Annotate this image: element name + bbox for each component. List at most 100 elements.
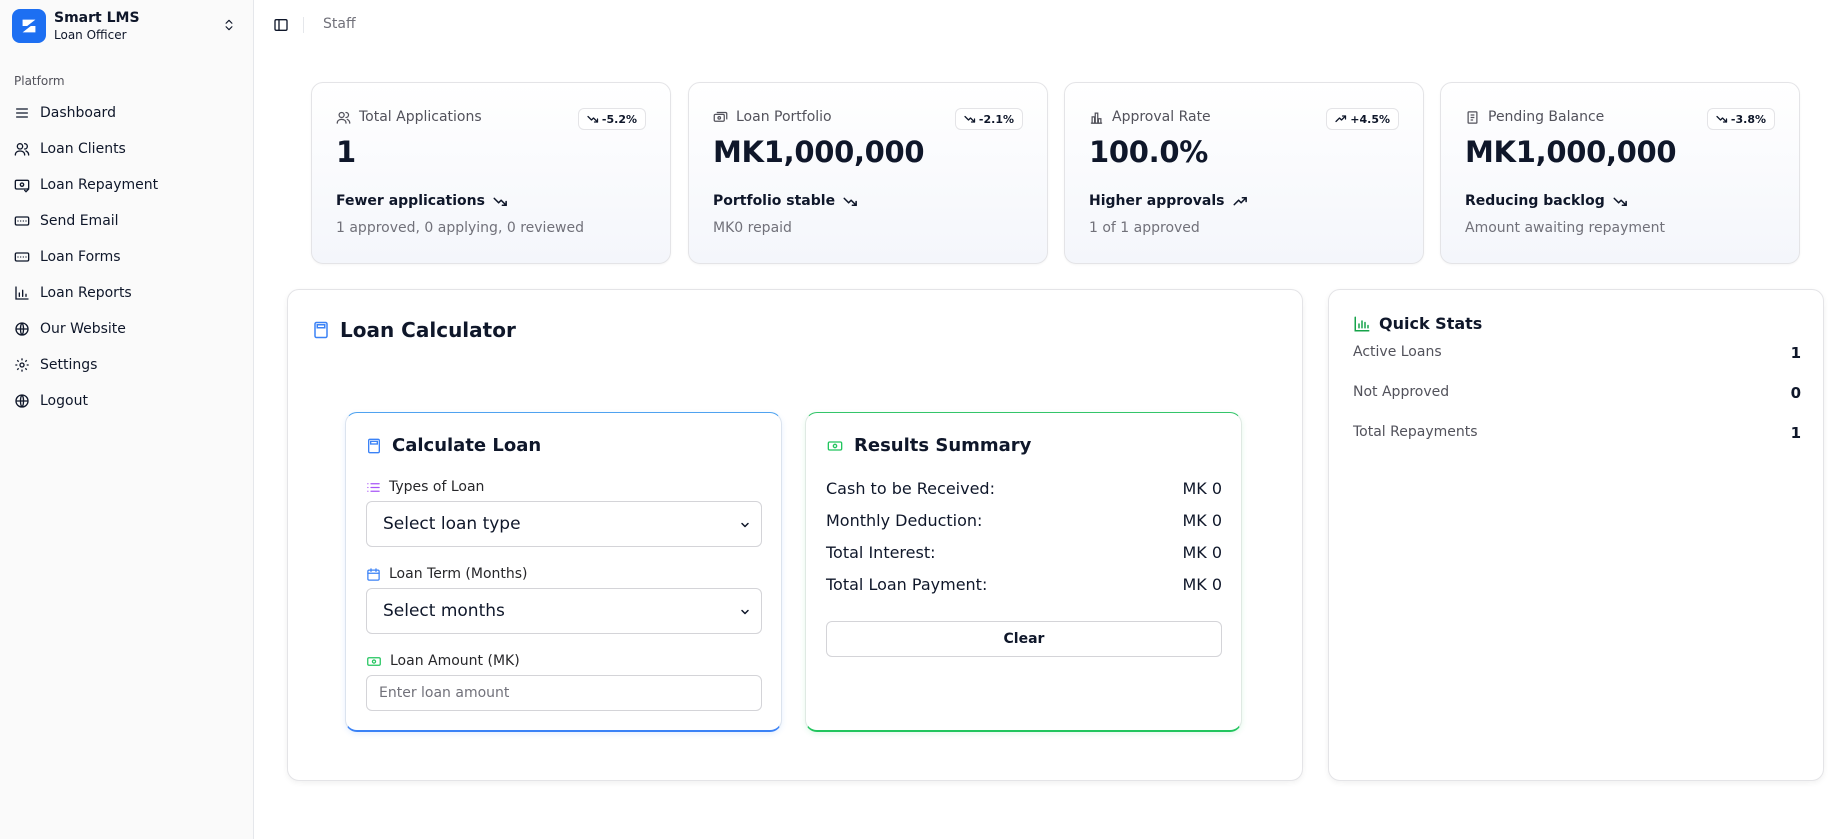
quick-stat-value: 0 (1790, 384, 1801, 402)
chevron-up-down-icon[interactable] (222, 18, 236, 32)
sidebar-item-settings[interactable]: Settings (8, 347, 244, 383)
calculate-loan-title: Calculate Loan (392, 435, 542, 456)
trending-down-icon (964, 115, 976, 123)
loan-type-select[interactable]: Select loan type (366, 501, 762, 547)
loan-amount-label: Loan Amount (MK) (390, 653, 520, 669)
sidebar-item-label: Loan Forms (40, 249, 121, 265)
sidebar-item-dashboard[interactable]: Dashboard (8, 95, 244, 131)
receipt-icon (1467, 110, 1478, 124)
result-value: MK 0 (1182, 543, 1222, 562)
calculator-icon (368, 438, 380, 453)
stat-description: MK0 repaid (713, 220, 792, 236)
result-label: Total Interest: (826, 543, 936, 562)
cash-icon (827, 440, 843, 451)
result-row-total: Total Loan Payment: MK 0 (826, 575, 1222, 594)
bar-chart-icon (1090, 112, 1103, 124)
sidebar-item-label: Dashboard (40, 105, 116, 121)
sidebar-item-label: Loan Repayment (40, 177, 159, 193)
result-label: Total Loan Payment: (826, 575, 988, 594)
stat-label: Pending Balance (1488, 109, 1605, 125)
result-row-cash: Cash to be Received: MK 0 (826, 479, 1222, 498)
loan-term-select[interactable]: Select months (366, 588, 762, 634)
sidebar-item-send-email[interactable]: Send Email (8, 203, 244, 239)
list-icon (367, 482, 380, 492)
loan-term-label: Loan Term (Months) (389, 566, 528, 582)
trending-down-icon (1613, 197, 1627, 206)
loan-calculator-title: Loan Calculator (340, 318, 516, 342)
cash-icon (367, 656, 381, 666)
chevron-down-icon (741, 609, 749, 615)
quick-stat-label: Total Repayments (1353, 424, 1478, 440)
trending-up-icon (1335, 115, 1347, 123)
stat-value: 100.0% (1089, 135, 1208, 169)
breadcrumb[interactable]: Staff (323, 16, 356, 32)
loan-amount-input[interactable]: Enter loan amount (366, 675, 762, 711)
quick-stat-row: Not Approved 0 (1353, 384, 1801, 402)
quick-stat-row: Active Loans 1 (1353, 344, 1801, 362)
result-row-interest: Total Interest: MK 0 (826, 543, 1222, 562)
bar-chart-icon (15, 286, 29, 300)
header-divider (303, 17, 304, 33)
sidebar-item-our-website[interactable]: Our Website (8, 311, 244, 347)
sidebar-item-loan-clients[interactable]: Loan Clients (8, 131, 244, 167)
stat-value: MK1,000,000 (1465, 135, 1677, 169)
trend-badge: +4.5% (1326, 108, 1399, 130)
sidebar-item-label: Loan Reports (40, 285, 132, 301)
sidebar-item-loan-repayment[interactable]: Loan Repayment (8, 167, 244, 203)
results-summary-card: Results Summary Cash to be Received: MK … (805, 412, 1242, 732)
sidebar-item-logout[interactable]: Logout (8, 383, 244, 419)
sidebar: Smart LMS Loan Officer Platform Dashboar… (0, 0, 254, 839)
sidebar-item-label: Settings (40, 357, 98, 373)
loan-amount-placeholder: Enter loan amount (379, 685, 510, 701)
calculate-loan-card: Calculate Loan Types of Loan Select loan… (345, 412, 782, 732)
stat-description: 1 of 1 approved (1089, 220, 1200, 236)
clear-button[interactable]: Clear (826, 621, 1222, 657)
trend-badge: -2.1% (954, 108, 1023, 130)
result-label: Cash to be Received: (826, 479, 995, 498)
stat-card-pending-balance: Pending Balance -3.8% MK1,000,000 Reduci… (1440, 82, 1800, 264)
sidebar-toggle-icon[interactable] (273, 17, 289, 33)
sidebar-item-loan-forms[interactable]: Loan Forms (8, 239, 244, 275)
globe-icon (15, 322, 29, 336)
stat-label: Approval Rate (1112, 109, 1211, 125)
trend-badge-value: -3.8% (1730, 112, 1766, 126)
loan-type-selected: Select loan type (383, 514, 521, 534)
trend-badge: -3.8% (1706, 108, 1775, 130)
quick-stat-value: 1 (1790, 344, 1801, 362)
globe-icon (15, 394, 29, 408)
results-summary-title: Results Summary (854, 435, 1032, 456)
stat-card-approval-rate: Approval Rate +4.5% 100.0% Higher approv… (1064, 82, 1424, 264)
trend-badge-value: -2.1% (978, 112, 1014, 126)
form-icon (14, 216, 30, 226)
brand-subtitle: Loan Officer (54, 27, 127, 42)
users-icon (14, 143, 30, 156)
result-row-monthly: Monthly Deduction: MK 0 (826, 511, 1222, 530)
result-value: MK 0 (1182, 575, 1222, 594)
wallet-icon (713, 111, 728, 122)
result-value: MK 0 (1182, 511, 1222, 530)
quick-stats-panel: Quick Stats Active Loans 1 Not Approved … (1328, 289, 1824, 781)
stat-card-loan-portfolio: Loan Portfolio -2.1% MK1,000,000 Portfol… (688, 82, 1048, 264)
quick-stat-label: Active Loans (1353, 344, 1442, 360)
stat-label: Loan Portfolio (736, 109, 832, 125)
stat-label: Total Applications (359, 109, 482, 125)
quick-stat-label: Not Approved (1353, 384, 1450, 400)
brand-switcher[interactable]: Smart LMS Loan Officer (12, 8, 240, 44)
calendar-icon (367, 567, 380, 581)
trending-down-icon (843, 197, 857, 206)
brand-logo-icon (12, 9, 46, 43)
trend-badge-value: +4.5% (1350, 112, 1390, 126)
sidebar-group-label: Platform (14, 74, 65, 88)
stat-description: 1 approved, 0 applying, 0 reviewed (336, 220, 585, 236)
loan-type-label: Types of Loan (389, 479, 485, 495)
sidebar-item-label: Loan Clients (40, 141, 126, 157)
stat-footer: Higher approvals (1089, 193, 1225, 209)
menu-icon (16, 108, 28, 118)
sidebar-item-loan-reports[interactable]: Loan Reports (8, 275, 244, 311)
result-label: Monthly Deduction: (826, 511, 983, 530)
trend-badge-value: -5.2% (601, 112, 637, 126)
quick-stat-value: 1 (1790, 424, 1801, 442)
stat-description: Amount awaiting repayment (1465, 220, 1665, 236)
repayment-icon (14, 179, 30, 193)
quick-stat-row: Total Repayments 1 (1353, 424, 1801, 442)
